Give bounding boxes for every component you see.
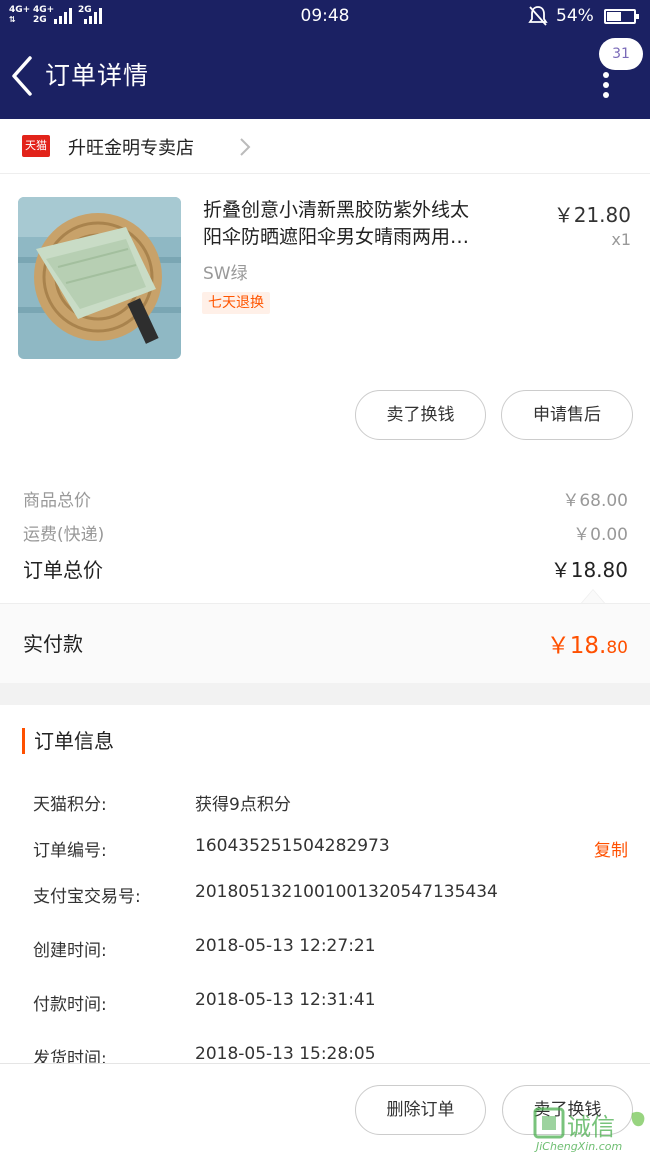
shipping-value: ￥0.00 — [573, 525, 628, 545]
battery-percent: 54% — [556, 6, 594, 26]
info-key: 天猫积分: — [33, 795, 107, 815]
delete-order-button[interactable]: 删除订单 — [355, 1085, 486, 1135]
info-value: 2018-05-13 15:28:05 — [195, 1044, 376, 1064]
tmall-logo: 天猫 — [22, 135, 50, 157]
battery-icon — [604, 9, 639, 24]
amount-paid-panel: 实付款 ￥18.80 — [0, 603, 650, 683]
copy-order-number-link[interactable]: 复制 — [594, 836, 628, 861]
watermark-url: JiChengXin.com — [536, 1140, 623, 1153]
info-row-paid-time: 付款时间: 2018-05-13 12:31:41 — [0, 990, 650, 1020]
info-value: 2018-05-13 12:27:21 — [195, 936, 376, 956]
amount-paid-value: ￥18.80 — [547, 626, 628, 660]
order-total-value: ￥18.80 — [550, 558, 628, 582]
status-bar: 4G+ ⇅ 4G+ 2G 2G 09:48 54% — [0, 0, 650, 34]
chevron-right-icon — [240, 138, 251, 156]
site-watermark: 诚信 JiChengXin.com — [532, 1107, 650, 1155]
shop-row[interactable]: 天猫 升旺金明专卖店 — [0, 119, 650, 174]
watermark-text: 诚信 — [567, 1113, 615, 1141]
product-title-line-1: 折叠创意小清新黑胶防紫外线太 — [203, 199, 470, 221]
mute-bell-icon — [528, 6, 548, 26]
page-title: 订单详情 — [45, 61, 150, 90]
amount-paid-main: ￥18. — [546, 633, 607, 659]
info-value: 2018-05-13 12:31:41 — [195, 990, 376, 1010]
back-arrow-icon[interactable] — [10, 54, 40, 98]
info-key: 创建时间: — [33, 941, 107, 961]
after-sale-button[interactable]: 申请售后 — [501, 390, 633, 440]
seven-day-return-tag: 七天退换 — [202, 292, 270, 314]
battery-level-fill — [607, 12, 621, 21]
info-key: 订单编号: — [33, 841, 107, 861]
info-value: 160435251504282973 — [195, 836, 390, 856]
product-quantity: x1 — [611, 230, 631, 249]
amount-paid-cents: 80 — [606, 638, 628, 658]
amount-paid-label: 实付款 — [23, 632, 83, 656]
cart-count-badge[interactable]: 31 — [599, 38, 643, 70]
top-bar: 4G+ ⇅ 4G+ 2G 2G 09:48 54% 订单详情 31 — [0, 0, 650, 119]
goods-total-value: ￥68.00 — [562, 491, 628, 511]
info-row-order-number: 订单编号: 160435251504282973 复制 — [0, 836, 650, 866]
goods-total-label: 商品总价 — [23, 491, 91, 511]
clock: 09:48 — [300, 6, 350, 26]
sell-for-cash-button[interactable]: 卖了换钱 — [355, 390, 486, 440]
order-info-heading: 订单信息 — [22, 728, 114, 754]
info-key: 支付宝交易号: — [33, 887, 141, 907]
info-key: 付款时间: — [33, 995, 107, 1015]
shipping-label: 运费(快递) — [23, 525, 105, 545]
more-menu-icon[interactable] — [603, 72, 611, 98]
info-row-alipay-id: 支付宝交易号: 2018051321001001320547135434 — [0, 882, 650, 912]
info-value: 获得9点积分 — [195, 795, 291, 815]
order-total-label: 订单总价 — [23, 558, 103, 582]
product-price: ￥21.80 — [553, 203, 631, 227]
section-divider — [0, 683, 650, 705]
product-title[interactable]: 折叠创意小清新黑胶防紫外线太 阳伞防晒遮阳伞男女晴雨两用… — [203, 197, 538, 251]
product-sku: SW绿 — [203, 264, 248, 284]
product-image[interactable] — [18, 197, 181, 359]
info-row-points: 天猫积分: 获得9点积分 — [0, 790, 650, 820]
product-title-line-2: 阳伞防晒遮阳伞男女晴雨两用… — [203, 226, 470, 248]
panel-caret — [581, 589, 605, 603]
info-row-created-time: 创建时间: 2018-05-13 12:27:21 — [0, 936, 650, 966]
info-value: 2018051321001001320547135434 — [195, 882, 498, 902]
shop-name[interactable]: 升旺金明专卖店 — [68, 134, 194, 160]
